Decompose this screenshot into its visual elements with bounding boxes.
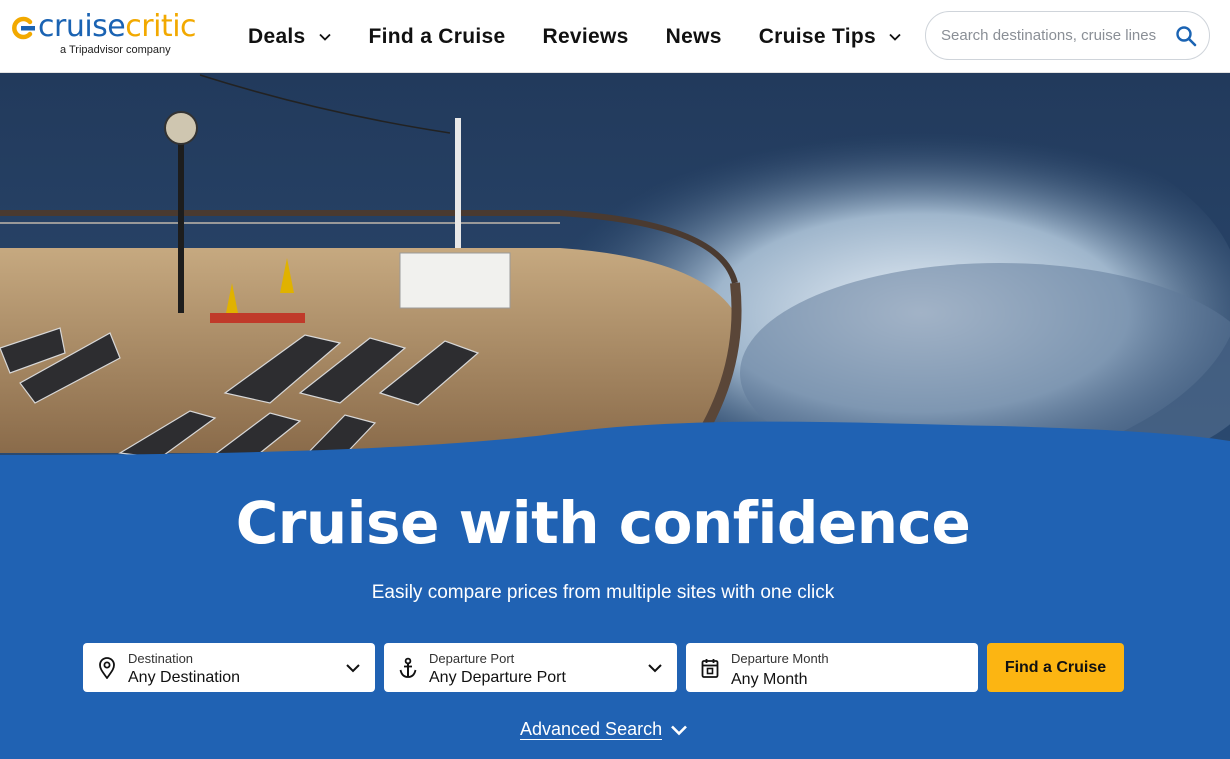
departure-port-value: Any Departure Port — [429, 669, 566, 686]
hero-subtitle: Easily compare prices from multiple site… — [371, 582, 835, 603]
anchor-icon — [399, 657, 417, 678]
site-header: cruisecritic a Tripadvisor company Deals… — [0, 0, 1230, 73]
nav-item-label: News — [665, 24, 722, 48]
chevron-down-icon — [889, 33, 901, 41]
destination-value: Any Destination — [128, 669, 241, 686]
cruise-critic-logo[interactable]: cruisecritic a Tripadvisor company — [10, 12, 200, 62]
logo-c-icon — [12, 16, 35, 40]
hero-section: Cruise with confidence Easily compare pr… — [0, 73, 1230, 759]
destination-label: Destination — [128, 651, 194, 666]
destination-select[interactable]: Destination Any Destination — [83, 643, 375, 692]
calendar-icon — [701, 659, 719, 678]
departure-month-select[interactable]: Departure Month Any Month — [686, 643, 978, 692]
hero-title: Cruise with confidence — [235, 489, 971, 557]
logo-wordmark: cruisecritic — [38, 9, 197, 44]
nav-item-reviews[interactable]: Reviews — [542, 25, 628, 49]
departure-month-label: Departure Month — [731, 651, 829, 666]
chevron-down-icon — [346, 664, 360, 673]
nav-item-find-a-cruise[interactable]: Find a Cruise — [369, 25, 506, 49]
nav-item-label: Reviews — [542, 24, 629, 48]
nav-item-deals[interactable]: Deals — [248, 25, 332, 49]
find-a-cruise-button[interactable]: Find a Cruise — [987, 643, 1124, 692]
departure-month-value: Any Month — [731, 671, 808, 688]
logo-word-cruise: cruise — [38, 9, 126, 44]
advanced-search-label: Advanced Search — [520, 719, 663, 740]
logo-word-critic: critic — [125, 9, 197, 44]
main-nav: Deals Find a Cruise Reviews News Cruise … — [248, 0, 939, 73]
advanced-search-toggle[interactable]: Advanced Search — [520, 719, 688, 740]
chevron-down-icon — [318, 33, 331, 41]
departure-port-select[interactable]: Departure Port Any Departure Port — [384, 643, 677, 692]
search-input[interactable] — [941, 12, 1173, 59]
search-icon[interactable] — [1175, 25, 1197, 47]
map-pin-icon — [99, 657, 115, 679]
chevron-down-icon — [671, 725, 688, 735]
nav-item-label: Cruise Tips — [758, 24, 876, 48]
site-search — [925, 11, 1210, 60]
logo-tagline: a Tripadvisor company — [60, 44, 171, 56]
chevron-down-icon — [648, 664, 662, 673]
nav-item-label: Deals — [248, 24, 306, 48]
nav-item-cruise-tips[interactable]: Cruise Tips — [759, 25, 902, 49]
departure-port-label: Departure Port — [429, 651, 515, 666]
nav-item-news[interactable]: News — [666, 25, 722, 49]
nav-item-label: Find a Cruise — [368, 24, 506, 48]
